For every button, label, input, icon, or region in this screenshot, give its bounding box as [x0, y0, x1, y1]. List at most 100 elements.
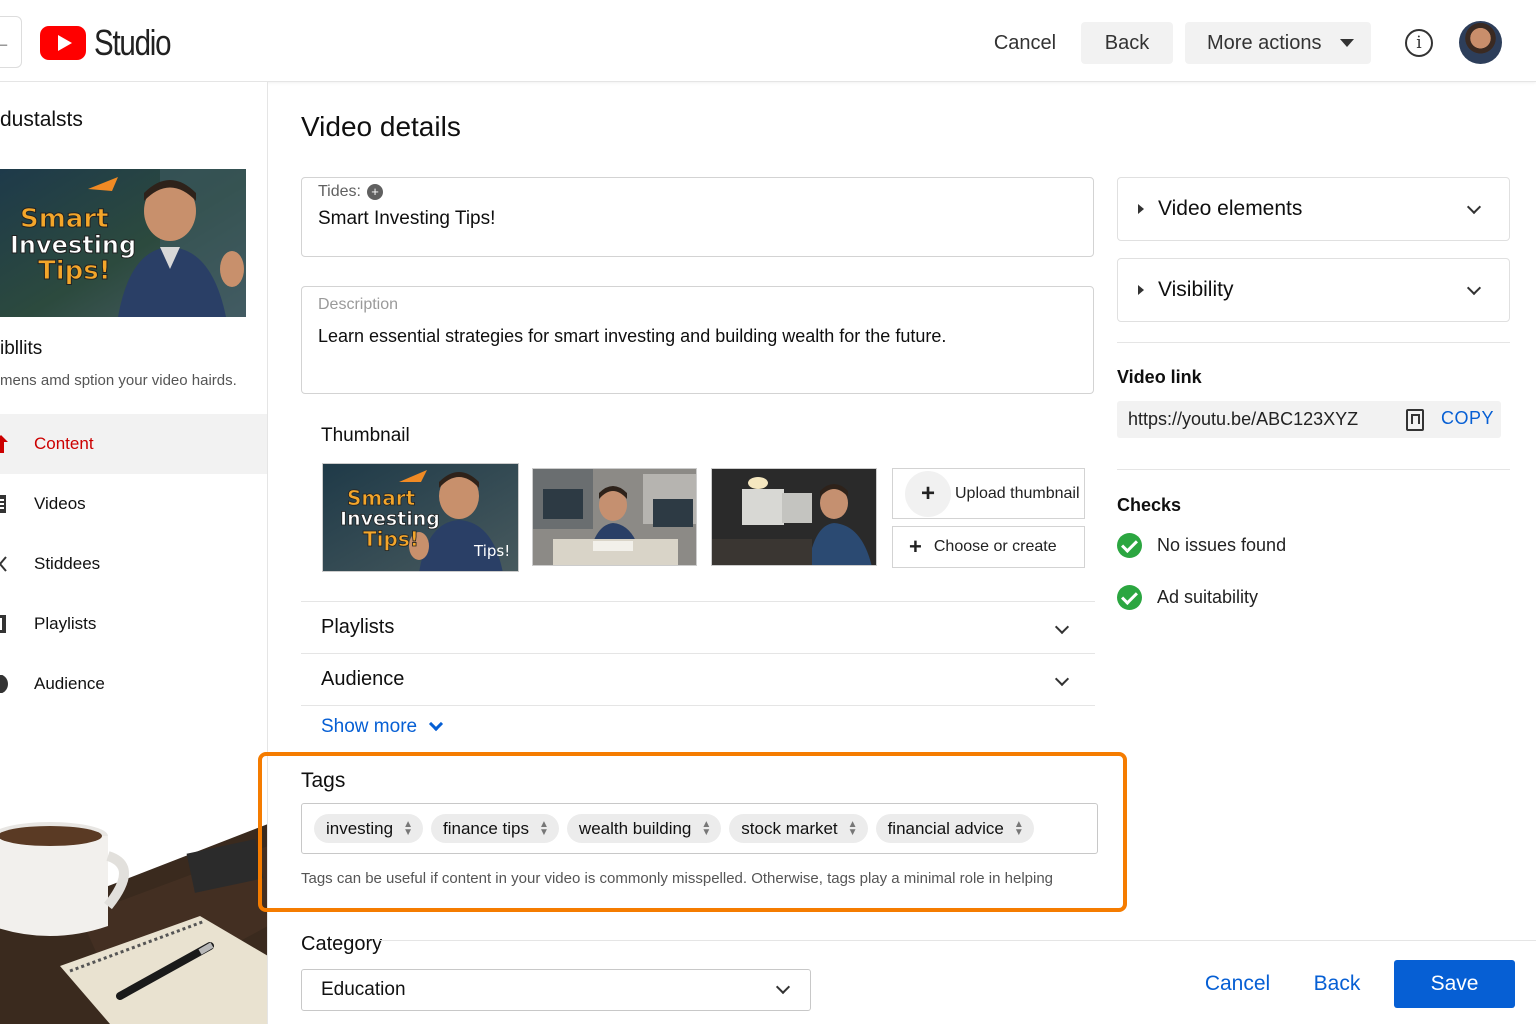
- video-link-value[interactable]: https://youtu.be/ABC123XYZ: [1128, 409, 1358, 430]
- audience-section[interactable]: Audience: [301, 653, 1095, 705]
- back-arrow-icon[interactable]: ←: [0, 16, 22, 68]
- visibility-label: Visibility: [1158, 278, 1234, 301]
- footer-cancel-button[interactable]: Cancel: [1195, 960, 1280, 1008]
- audience-label: Audience: [321, 668, 405, 690]
- category-label: Category: [301, 933, 383, 955]
- tag-chip[interactable]: financial advice ▲ ▼: [875, 814, 1034, 843]
- tag-chip-label: wealth building: [578, 818, 692, 838]
- description-field-label: Description: [318, 296, 399, 313]
- more-actions-button[interactable]: More actions: [1185, 22, 1371, 64]
- content-icon: [0, 435, 8, 453]
- video-elements-panel[interactable]: Video elements: [1117, 177, 1510, 241]
- check-circle-icon: [1117, 585, 1142, 610]
- sidebar-item-videos[interactable]: Videos: [0, 474, 267, 534]
- chevron-down-icon: [1054, 671, 1070, 687]
- sidebar-item-label: Stiddees: [34, 554, 101, 573]
- visibility-panel[interactable]: Visibility: [1117, 258, 1510, 322]
- plus-icon: +: [905, 470, 951, 517]
- checks-label: Checks: [1117, 495, 1182, 515]
- description-field[interactable]: Description Learn essential strategies f…: [301, 286, 1094, 394]
- remove-tag-icon[interactable]: ▲ ▼: [539, 819, 549, 837]
- chevron-down-icon: [429, 716, 444, 732]
- thumb-badge: Tips!: [473, 542, 510, 560]
- studio-logo[interactable]: Studio: [40, 22, 187, 64]
- video-elements-label: Video elements: [1158, 197, 1303, 220]
- remove-tag-icon[interactable]: ▲ ▼: [1014, 819, 1024, 837]
- remove-tag-icon[interactable]: ▲ ▼: [701, 819, 711, 837]
- top-bar: ← Studio Cancel Back More actions i: [0, 0, 1536, 82]
- sidebar-item-audience[interactable]: Audience: [0, 654, 267, 714]
- save-button[interactable]: Save: [1394, 960, 1515, 1008]
- tag-chip[interactable]: investing ▲ ▼: [314, 814, 424, 843]
- check-no-issues: No issues found: [1117, 533, 1286, 558]
- choose-or-create-button[interactable]: + Choose or create: [892, 526, 1085, 568]
- copy-icon[interactable]: [1406, 409, 1424, 431]
- tag-chip-label: finance tips: [443, 818, 530, 838]
- chevron-down-icon: [775, 979, 791, 995]
- expand-triangle-icon: [1138, 285, 1144, 295]
- avatar[interactable]: [1459, 21, 1502, 64]
- category-value: Education: [321, 979, 406, 1000]
- check-ad-suitability[interactable]: Ad suitability: [1117, 585, 1258, 610]
- plus-icon: +: [909, 534, 922, 559]
- caret-down-icon: [1339, 39, 1354, 47]
- upload-thumbnail-label: Upload thumbnail: [955, 484, 1080, 502]
- thumb-text-3: Tips!: [363, 527, 419, 551]
- sidebar-item-content[interactable]: Content: [0, 414, 267, 474]
- desk-photo: [0, 806, 267, 1024]
- thumbnail-option-1[interactable]: Smart Investing Tips! Tips!: [322, 463, 519, 572]
- check-label: Ad suitability: [1157, 587, 1259, 607]
- tags-help-text: Tags can be useful if content in your vi…: [301, 870, 1054, 887]
- sidebar-thumb-text-2: Investing: [10, 231, 136, 259]
- sidebar-subtitle: ibllits: [0, 338, 43, 359]
- description-field-value[interactable]: Learn essential strategies for smart inv…: [318, 326, 946, 347]
- more-actions-label: More actions: [1207, 31, 1322, 54]
- thumbnail-option-3[interactable]: [711, 468, 877, 566]
- youtube-play-icon: [40, 26, 86, 60]
- playlists-section[interactable]: Playlists: [301, 601, 1095, 653]
- tag-chip[interactable]: finance tips ▲ ▼: [431, 814, 559, 843]
- tag-chip[interactable]: wealth building ▲ ▼: [566, 814, 722, 843]
- tag-chip-label: stock market: [741, 818, 838, 838]
- videos-icon: [0, 495, 6, 513]
- title-field-label: Tides:: [318, 183, 361, 200]
- divider: [1117, 342, 1510, 343]
- tags-input[interactable]: investing ▲ ▼ finance tips ▲ ▼ wealth buildi…: [301, 803, 1098, 854]
- title-field-label-row: Tides: +: [318, 183, 383, 201]
- sidebar-item-label: Content: [34, 434, 94, 453]
- help-icon[interactable]: +: [366, 183, 383, 200]
- sidebar-item-label: Playlists: [34, 614, 97, 633]
- remove-tag-icon[interactable]: ▲ ▼: [848, 819, 858, 837]
- copy-button[interactable]: COPY: [1441, 408, 1494, 429]
- tag-chip[interactable]: stock market ▲ ▼: [729, 814, 868, 843]
- footer-back-button[interactable]: Back: [1303, 960, 1371, 1008]
- sidebar-item-stiddees[interactable]: Stiddees: [0, 534, 267, 594]
- title-field[interactable]: Tides: + Smart Investing Tips!: [301, 177, 1094, 257]
- show-more-link[interactable]: Show more: [321, 716, 444, 738]
- divider: [1117, 469, 1510, 470]
- choose-or-create-label: Choose or create: [933, 538, 1057, 555]
- category-select[interactable]: Education: [301, 969, 811, 1011]
- sidebar-nav: Content Videos Stiddees Playlists Audien…: [0, 414, 267, 714]
- header-back-button[interactable]: Back: [1081, 22, 1173, 64]
- sidebar-thumb-text-1: Smart: [20, 204, 109, 234]
- remove-tag-icon[interactable]: ▲ ▼: [403, 819, 413, 837]
- sidebar-video-thumbnail[interactable]: Smart Investing Tips!: [0, 169, 246, 317]
- chevron-down-icon: [1054, 619, 1070, 635]
- sidebar: dustalsts Smart Investing Tips! ibllits …: [0, 82, 268, 1024]
- tags-title: Tags: [301, 769, 346, 792]
- chevron-down-icon: [1466, 280, 1482, 296]
- playlists-icon: [0, 615, 6, 633]
- header-cancel-button[interactable]: Cancel: [975, 22, 1075, 64]
- title-field-value[interactable]: Smart Investing Tips!: [318, 208, 495, 230]
- tag-chip-label: financial advice: [887, 818, 1004, 838]
- sidebar-item-label: Videos: [34, 494, 86, 513]
- chevron-down-icon: [1466, 199, 1482, 215]
- info-icon[interactable]: i: [1405, 29, 1433, 57]
- sidebar-thumb-text-3: Tips!: [38, 256, 111, 286]
- sidebar-item-playlists[interactable]: Playlists: [0, 594, 267, 654]
- check-label: No issues found: [1157, 535, 1287, 555]
- tag-chip-label: investing: [326, 818, 394, 838]
- thumbnail-option-2[interactable]: [532, 468, 697, 566]
- upload-thumbnail-button[interactable]: + Upload thumbnail: [892, 468, 1085, 519]
